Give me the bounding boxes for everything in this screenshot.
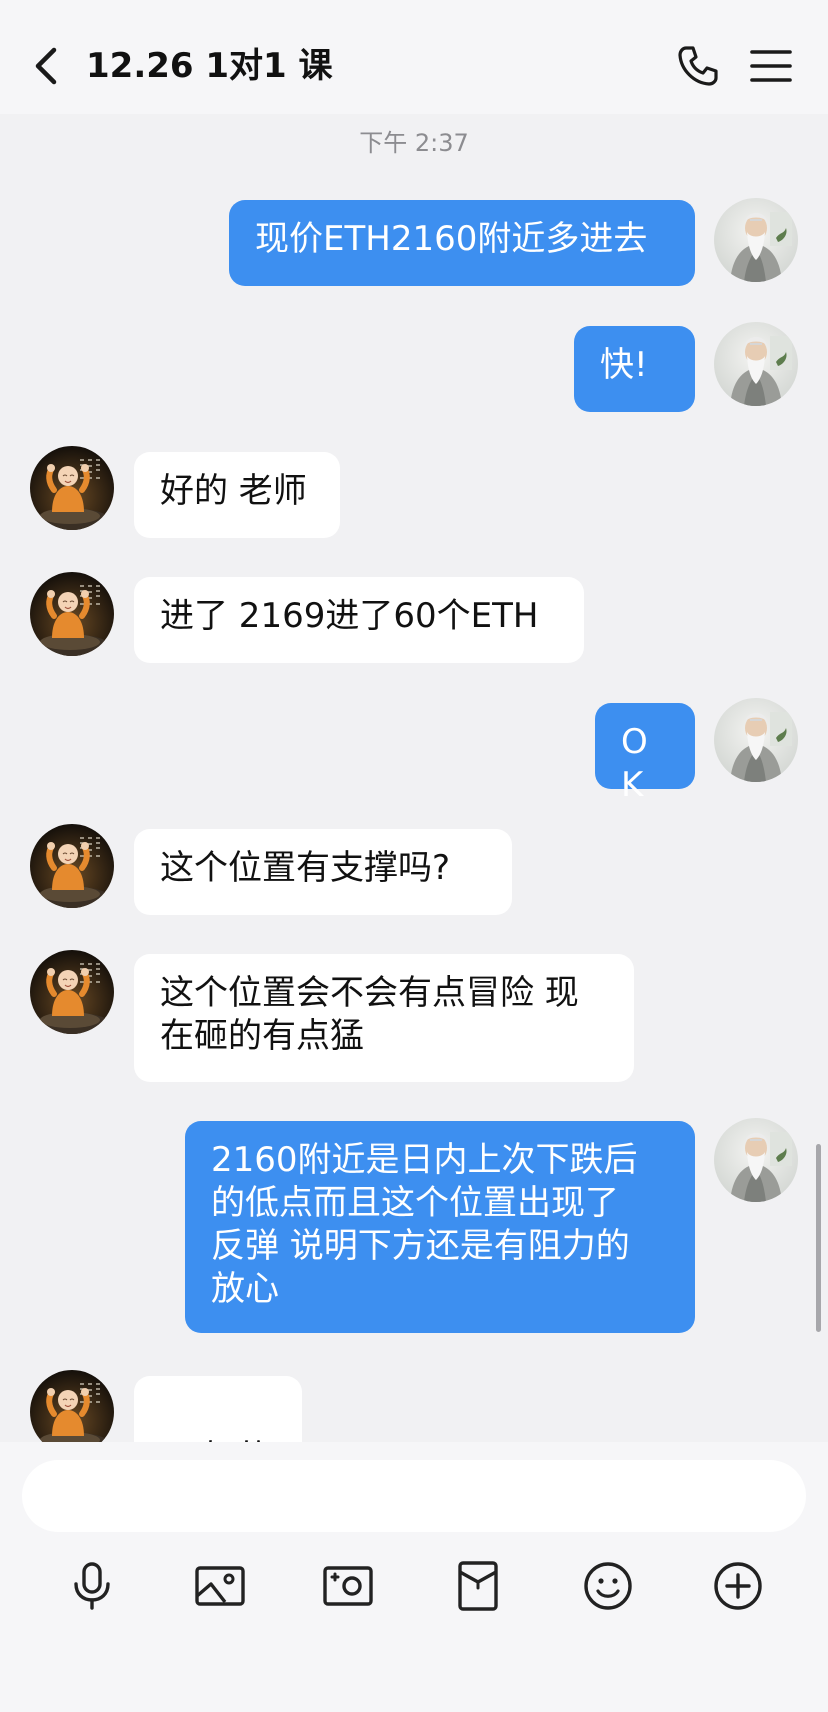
back-button[interactable] <box>28 42 68 90</box>
emoji-icon <box>584 1562 632 1610</box>
menu-button[interactable] <box>748 44 794 88</box>
message-input[interactable] <box>22 1460 806 1532</box>
message-bubble-outgoing[interactable]: 现价ETH2160附近多进去 <box>229 200 695 286</box>
more-button[interactable] <box>710 1558 766 1614</box>
chat-title: 12.26 1对1 课 <box>86 46 333 86</box>
chevron-left-icon <box>35 47 57 85</box>
teacher-avatar[interactable] <box>714 698 798 782</box>
message-bubble-incoming[interactable]: 好的 老师 <box>134 452 340 538</box>
camera-button[interactable] <box>320 1558 376 1614</box>
red-packet-button[interactable] <box>450 1558 506 1614</box>
call-button[interactable] <box>676 44 720 88</box>
teacher-avatar[interactable] <box>714 198 798 282</box>
message-bubble-outgoing[interactable]: OK <box>595 703 695 805</box>
phone-icon <box>678 46 718 86</box>
microphone-icon <box>74 1562 110 1610</box>
message-bubble-incoming[interactable]: 这个位置有支撑吗? <box>134 829 512 915</box>
student-avatar[interactable] <box>30 572 114 656</box>
message-bubble-outgoing[interactable]: 快! <box>574 326 695 412</box>
message-bubble-incoming[interactable]: 好的 <box>134 1376 302 1442</box>
student-avatar[interactable] <box>30 824 114 908</box>
student-avatar[interactable] <box>30 950 114 1034</box>
hamburger-menu-icon <box>750 50 792 82</box>
chat-header: 12.26 1对1 课 <box>0 0 828 114</box>
plus-icon <box>714 1562 762 1610</box>
message-bubble-incoming[interactable]: 进了 2169进了60个ETH <box>134 577 584 663</box>
teacher-avatar[interactable] <box>714 322 798 406</box>
album-button[interactable] <box>192 1558 248 1614</box>
timestamp: 下午 2:37 <box>359 129 469 157</box>
student-avatar[interactable] <box>30 446 114 530</box>
voice-button[interactable] <box>64 1558 120 1614</box>
teacher-avatar[interactable] <box>714 1118 798 1202</box>
student-avatar[interactable] <box>30 1370 114 1442</box>
message-bubble-incoming[interactable]: 这个位置会不会有点冒险 现 在砸的有点猛 <box>134 954 634 1082</box>
message-bubble-outgoing[interactable]: 2160附近是日内上次下跌后 的低点而且这个位置出现了 反弹 说明下方还是有阻力… <box>185 1121 695 1333</box>
scrollbar[interactable] <box>816 1144 821 1332</box>
red-packet-icon <box>458 1561 498 1611</box>
camera-icon <box>323 1566 373 1606</box>
emoji-button[interactable] <box>580 1558 636 1614</box>
composer <box>0 1442 828 1712</box>
image-icon <box>195 1566 245 1606</box>
message-list[interactable]: 下午 2:37 现价ETH2160附近多进去 快! 好的 老师 进了 2169进… <box>0 114 828 1442</box>
